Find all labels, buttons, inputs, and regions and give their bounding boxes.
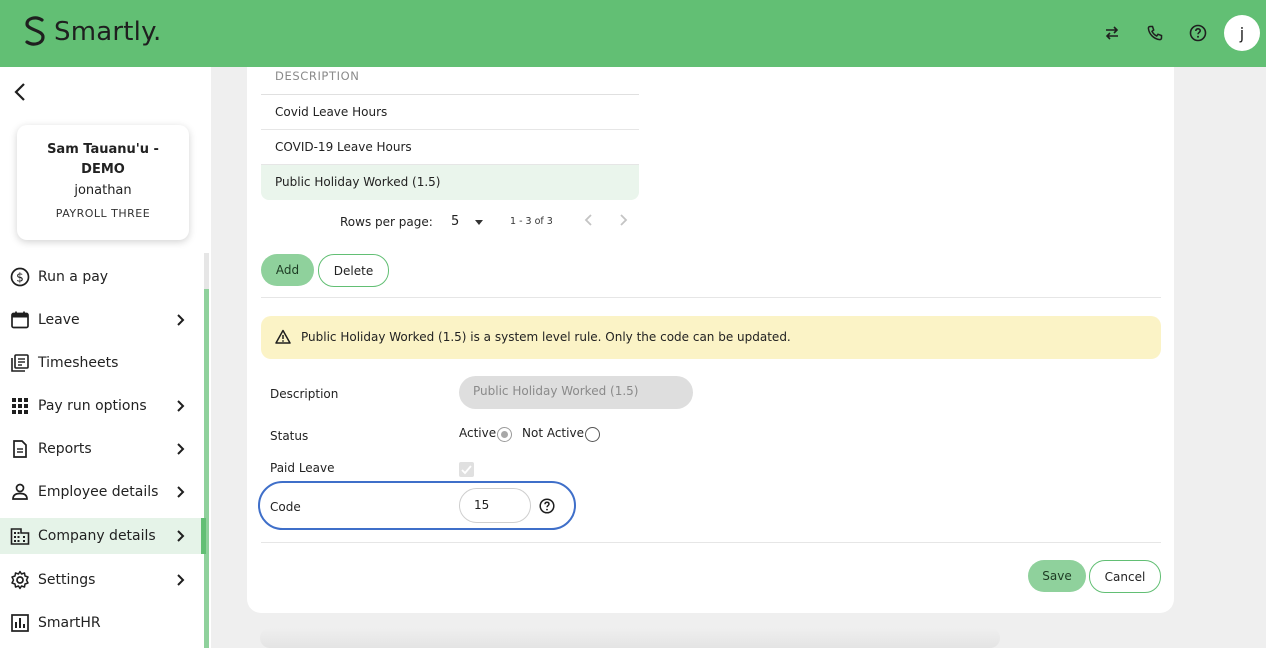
- sidebar-scrollbar-thumb[interactable]: [204, 289, 209, 648]
- table-cell: Public Holiday Worked (1.5): [275, 175, 441, 189]
- paid-leave-label: Paid Leave: [270, 461, 335, 475]
- status-label: Status: [270, 429, 309, 443]
- sidebar-item-label: Reports: [38, 441, 92, 457]
- chevron-right-icon: [177, 314, 185, 326]
- next-page-icon[interactable]: [615, 212, 631, 228]
- description-input[interactable]: [473, 384, 673, 398]
- smartly-logo[interactable]: Smartly.: [22, 14, 161, 50]
- profile-card[interactable]: Sam Tauanu'u - DEMO jonathan PAYROLL THR…: [17, 125, 189, 240]
- alert-message: Public Holiday Worked (1.5) is a system …: [301, 330, 791, 344]
- status-not-active-label: Not Active: [522, 426, 584, 440]
- code-label: Code: [270, 500, 301, 514]
- sidebar-item-run-a-pay[interactable]: $ Run a pay: [0, 259, 201, 295]
- document-icon: [10, 439, 30, 459]
- person-icon: [10, 482, 30, 502]
- checkmark-icon: [461, 465, 472, 475]
- divider: [261, 542, 1161, 543]
- sidebar-item-timesheets[interactable]: Timesheets: [0, 345, 201, 381]
- chevron-right-icon: [177, 400, 185, 412]
- save-button[interactable]: Save: [1028, 560, 1086, 592]
- code-field[interactable]: [459, 488, 531, 523]
- warning-icon: [275, 329, 291, 344]
- table-row[interactable]: COVID-19 Leave Hours: [261, 130, 639, 165]
- warning-alert: Public Holiday Worked (1.5) is a system …: [261, 316, 1161, 359]
- divider: [261, 297, 1161, 298]
- chevron-right-icon: [177, 530, 185, 542]
- code-help-icon[interactable]: [539, 498, 555, 514]
- sidebar-item-label: Company details: [38, 528, 156, 544]
- delete-button[interactable]: Delete: [318, 254, 389, 287]
- table-cell: Covid Leave Hours: [275, 105, 388, 119]
- building-icon: [10, 526, 30, 546]
- top-bar: Smartly. j: [0, 0, 1266, 67]
- phone-icon[interactable]: [1144, 22, 1166, 44]
- chevron-right-icon: [177, 486, 185, 498]
- calendar-icon: [10, 310, 30, 330]
- timesheets-icon: [10, 353, 30, 373]
- status-active-label: Active: [459, 426, 497, 440]
- pagination-range: 1 - 3 of 3: [510, 216, 553, 227]
- background-card-edge: [260, 628, 1000, 648]
- description-label: Description: [270, 387, 339, 401]
- smartly-logo-icon: [25, 16, 45, 46]
- svg-text:$: $: [16, 271, 24, 285]
- sidebar-item-leave[interactable]: Leave: [0, 302, 201, 338]
- caret-down-icon: [475, 220, 483, 225]
- sidebar-item-settings[interactable]: Settings: [0, 562, 201, 598]
- paid-leave-checkbox[interactable]: [459, 462, 474, 477]
- rows-per-page-label: Rows per page:: [340, 215, 433, 229]
- dollar-icon: $: [10, 267, 30, 287]
- sidebar-item-label: SmartHR: [38, 615, 101, 631]
- rows-per-page-select[interactable]: 5: [445, 211, 489, 233]
- gear-icon: [10, 570, 30, 590]
- swap-icon[interactable]: [1101, 22, 1123, 44]
- sidebar-item-pay-run-options[interactable]: Pay run options: [0, 388, 201, 424]
- chevron-right-icon: [177, 574, 185, 586]
- profile-company: PAYROLL THREE: [55, 207, 151, 220]
- chart-icon: [10, 613, 30, 633]
- table-cell: COVID-19 Leave Hours: [275, 140, 412, 154]
- code-input[interactable]: [474, 498, 520, 512]
- add-button[interactable]: Add: [261, 254, 314, 286]
- table-row-selected[interactable]: Public Holiday Worked (1.5): [261, 165, 639, 200]
- profile-username: jonathan: [74, 183, 132, 198]
- sidebar-item-company-details[interactable]: Company details: [0, 518, 206, 554]
- status-active-radio[interactable]: [497, 427, 512, 442]
- sidebar-item-label: Run a pay: [38, 269, 109, 285]
- sidebar-item-reports[interactable]: Reports: [0, 431, 201, 467]
- user-avatar[interactable]: j: [1224, 15, 1260, 51]
- sidebar-item-label: Settings: [38, 572, 96, 588]
- back-arrow-icon[interactable]: [10, 81, 32, 103]
- grid-icon: [10, 396, 30, 416]
- leave-type-panel: DESCRIPTION Covid Leave Hours COVID-19 L…: [247, 67, 1174, 613]
- sidebar-item-label: Timesheets: [38, 355, 119, 371]
- sidebar-item-label: Pay run options: [38, 398, 147, 414]
- sidebar-item-label: Leave: [38, 312, 80, 328]
- sidebar-item-label: Employee details: [38, 484, 159, 500]
- rows-per-page-value: 5: [451, 214, 460, 229]
- profile-name: Sam Tauanu'u - DEMO: [47, 142, 159, 177]
- help-icon[interactable]: [1187, 22, 1209, 44]
- brand-name: Smartly.: [54, 17, 162, 47]
- sidebar: Sam Tauanu'u - DEMO jonathan PAYROLL THR…: [0, 67, 211, 648]
- sidebar-item-smarthr[interactable]: SmartHR: [0, 605, 201, 641]
- table-header: DESCRIPTION: [261, 67, 639, 95]
- description-field[interactable]: [459, 376, 693, 409]
- table-row[interactable]: Covid Leave Hours: [261, 95, 639, 130]
- chevron-right-icon: [177, 443, 185, 455]
- status-not-active-radio[interactable]: [585, 427, 600, 442]
- column-header-description[interactable]: DESCRIPTION: [275, 69, 359, 83]
- cancel-button[interactable]: Cancel: [1089, 560, 1161, 593]
- previous-page-icon[interactable]: [581, 212, 597, 228]
- sidebar-item-employee-details[interactable]: Employee details: [0, 474, 201, 510]
